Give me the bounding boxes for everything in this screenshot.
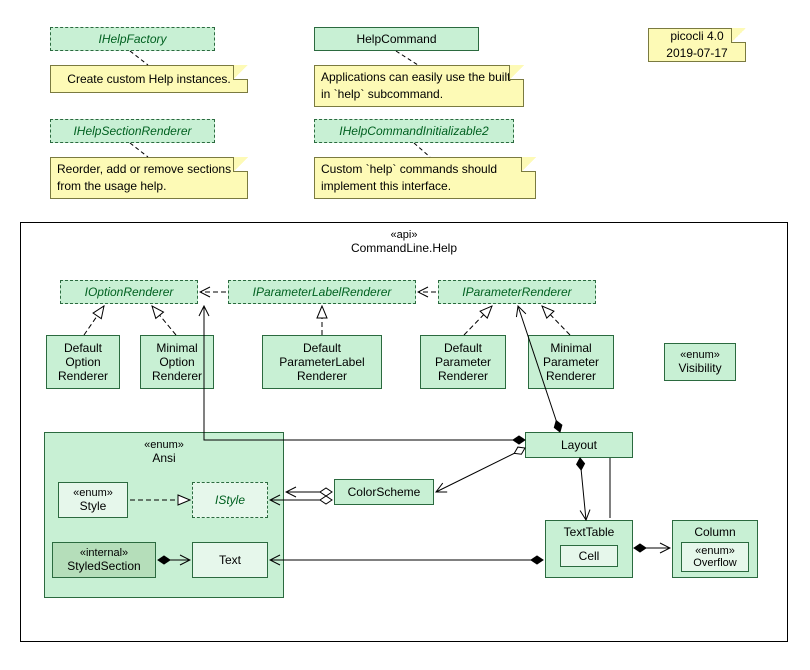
note-version-l2: 2019-07-17 [666, 45, 727, 62]
note-ihelpsection: Reorder, add or remove sections from the… [50, 157, 248, 199]
class-styledsection: «internal» StyledSection [52, 542, 156, 578]
label-ihelpcmdinit2: IHelpCommandInitializable2 [339, 124, 488, 138]
diagram-canvas: picocli 4.0 2019-07-17 IHelpFactory Crea… [0, 0, 810, 670]
package-label: «api» CommandLine.Help [21, 229, 787, 255]
label-layout: Layout [561, 438, 597, 452]
interface-iparamrenderer: IParameterRenderer [438, 280, 596, 304]
label-colorscheme: ColorScheme [348, 485, 421, 499]
note-ihelpfactory-text: Create custom Help instances. [67, 71, 230, 88]
class-minimaloption: Minimal Option Renderer [140, 335, 214, 389]
pkg-stereotype: «api» [21, 229, 787, 241]
label-istyle: IStyle [215, 493, 245, 507]
note-helpcommand-text: Applications can easily use the built-in… [321, 69, 517, 103]
pkg-title: CommandLine.Help [21, 241, 787, 255]
label-cell: Cell [579, 549, 600, 563]
interface-ioptionrenderer: IOptionRenderer [60, 280, 198, 304]
interface-istyle: IStyle [192, 482, 268, 518]
interface-iparamlabelrenderer: IParameterLabelRenderer [228, 280, 416, 304]
class-defaultparam: Default Parameter Renderer [420, 335, 506, 389]
class-overflow: «enum» Overflow [681, 542, 749, 572]
label-helpcommand: HelpCommand [356, 32, 436, 46]
class-column: Column «enum» Overflow [672, 520, 758, 578]
class-defaultparamlabel: Default ParameterLabel Renderer [262, 335, 382, 389]
note-ihelpfactory: Create custom Help instances. [50, 65, 248, 93]
label-ihelpsection: IHelpSectionRenderer [73, 124, 191, 138]
class-texttable: TextTable Cell [545, 520, 633, 578]
ansi-name: Ansi [152, 451, 175, 465]
label-text: Text [219, 553, 241, 567]
class-colorscheme: ColorScheme [334, 479, 434, 505]
note-helpcommand: Applications can easily use the built-in… [314, 65, 524, 107]
enum-style: «enum» Style [58, 482, 128, 518]
note-version: picocli 4.0 2019-07-17 [648, 28, 746, 62]
interface-ihelpfactory: IHelpFactory [50, 27, 215, 51]
class-minimalparam: Minimal Parameter Renderer [528, 335, 614, 389]
label-iparamlabelrenderer: IParameterLabelRenderer [253, 285, 392, 299]
note-ihelpcmdinit2: Custom `help` commands should implement … [314, 157, 536, 199]
class-visibility: «enum» Visibility [664, 343, 736, 381]
note-ihelpsection-text: Reorder, add or remove sections from the… [57, 161, 241, 195]
label-texttable: TextTable [564, 525, 615, 539]
label-ioptionrenderer: IOptionRenderer [85, 285, 174, 299]
label-iparamrenderer: IParameterRenderer [462, 285, 571, 299]
label-ihelpfactory: IHelpFactory [98, 32, 166, 46]
class-defaultoption: Default Option Renderer [46, 335, 120, 389]
note-ihelpcmdinit2-text: Custom `help` commands should implement … [321, 161, 529, 195]
interface-ihelpsection: IHelpSectionRenderer [50, 119, 215, 143]
ansi-stereotype: «enum» [144, 439, 184, 451]
class-text: Text [192, 542, 268, 578]
note-version-l1: picocli 4.0 [670, 28, 723, 45]
class-helpcommand: HelpCommand [314, 27, 479, 51]
class-cell: Cell [560, 545, 618, 567]
label-column: Column [694, 525, 735, 539]
interface-ihelpcmdinit2: IHelpCommandInitializable2 [314, 119, 514, 143]
class-layout: Layout [525, 432, 633, 458]
